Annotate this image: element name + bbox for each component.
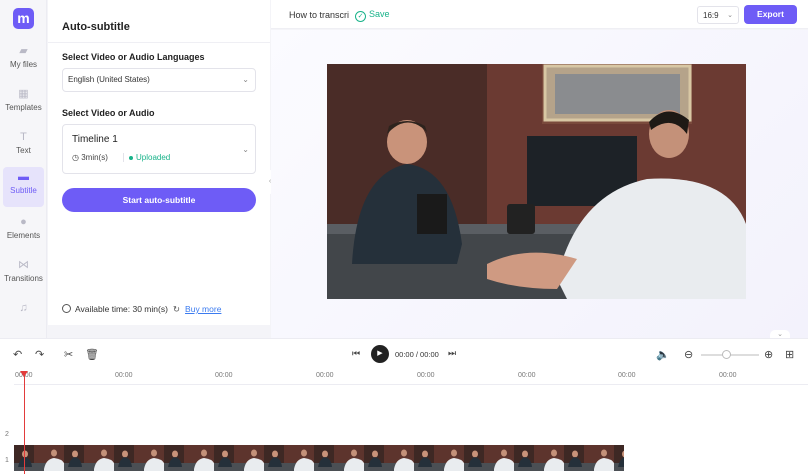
- zoom-in-icon[interactable]: ⊕: [764, 348, 773, 361]
- video-preview[interactable]: [327, 64, 746, 299]
- rail-item-label: Text: [16, 146, 31, 155]
- language-label: Select Video or Audio Languages: [62, 52, 205, 62]
- track-number: 2: [5, 431, 9, 438]
- app-logo[interactable]: m: [13, 8, 34, 29]
- ruler-label: 00:00: [518, 372, 536, 379]
- start-auto-subtitle-button[interactable]: Start auto-subtitle: [62, 188, 256, 212]
- clip-thumbnails: [14, 445, 624, 471]
- rail-item-my-files[interactable]: ▰ My files: [3, 41, 44, 81]
- auto-subtitle-panel: Auto-subtitle Select Video or Audio Lang…: [48, 0, 270, 325]
- icon-rail: m ▰ My files ▦ Templates T Text ▬ Subtit…: [0, 0, 47, 338]
- timeline-toolbar: ↶ ↷ ✂ 🗑 ⏮ ▶ 00:00 / 00:00 ⏭ 🔈 ⊖ ⊕ ⊞: [0, 339, 808, 369]
- rail-item-text[interactable]: T Text: [3, 127, 44, 167]
- play-button[interactable]: ▶: [371, 345, 389, 363]
- panel-title: Auto-subtitle: [62, 21, 130, 33]
- track-number: 1: [5, 457, 9, 464]
- video-clip[interactable]: [14, 445, 624, 471]
- save-label: Save: [369, 9, 390, 19]
- save-status[interactable]: ✓ Save: [355, 9, 390, 22]
- ruler-label: 00:00: [719, 372, 737, 379]
- ruler-label: 00:00: [115, 372, 133, 379]
- undo-icon[interactable]: ↶: [13, 348, 22, 361]
- buy-more-link[interactable]: Buy more: [185, 304, 221, 314]
- elements-icon: ●: [20, 216, 27, 228]
- rail-item-music[interactable]: ♫: [3, 298, 44, 338]
- aspect-ratio-value: 16:9: [703, 11, 719, 20]
- fit-icon[interactable]: ⊞: [785, 348, 794, 361]
- top-bar: How to transcri ✓ Save 16:9 ⌄ Export: [271, 0, 808, 29]
- ruler-label: 00:00: [417, 372, 435, 379]
- source-label: Select Video or Audio: [62, 108, 155, 118]
- transitions-icon: ⋈: [18, 259, 29, 271]
- divider: [48, 42, 270, 43]
- rail-item-label: My files: [9, 60, 38, 69]
- available-time-text: Available time: 30 min(s): [75, 304, 168, 314]
- playhead[interactable]: [20, 371, 28, 474]
- preview-stage: ⌄: [271, 30, 808, 340]
- rail-item-elements[interactable]: ● Elements: [3, 212, 44, 252]
- check-circle-icon: ✓: [355, 11, 366, 22]
- refresh-icon[interactable]: ↻: [173, 304, 180, 314]
- rail-item-templates[interactable]: ▦ Templates: [3, 84, 44, 124]
- skip-forward-icon[interactable]: ⏭: [448, 348, 456, 359]
- rail-item-label: Subtitle: [10, 186, 37, 195]
- rail-item-subtitle[interactable]: ▬ Subtitle: [3, 167, 44, 207]
- video-frame: [327, 64, 746, 299]
- source-name: Timeline 1: [72, 134, 118, 145]
- music-icon: ♫: [19, 302, 28, 314]
- folder-icon: ▰: [19, 45, 28, 57]
- ruler-label: 00:00: [316, 372, 334, 379]
- rail-item-label: Templates: [5, 103, 42, 112]
- volume-icon[interactable]: 🔈: [656, 348, 670, 361]
- scissors-icon[interactable]: ✂: [64, 348, 73, 361]
- source-duration-text: 3min(s): [81, 153, 108, 162]
- subtitle-icon: ▬: [18, 171, 29, 183]
- skip-back-icon[interactable]: ⏮: [352, 348, 360, 359]
- zoom-slider-handle[interactable]: [722, 350, 731, 359]
- ruler-label: 00:00: [215, 372, 233, 379]
- rail-item-label: Transitions: [4, 274, 43, 283]
- clock-icon: [62, 304, 71, 313]
- redo-icon[interactable]: ↷: [35, 348, 44, 361]
- rail-item-label: Elements: [6, 231, 41, 240]
- zoom-out-icon[interactable]: ⊖: [684, 348, 693, 361]
- aspect-ratio-select[interactable]: 16:9 ⌄: [697, 6, 739, 24]
- source-status: Uploaded: [123, 153, 170, 162]
- source-select[interactable]: Timeline 1 ◷ 3min(s) Uploaded ⌄: [62, 124, 256, 174]
- clock-icon: ◷: [72, 153, 79, 162]
- available-time: Available time: 30 min(s) ↻ Buy more: [62, 304, 221, 315]
- language-select[interactable]: English (United States) ⌄: [62, 68, 256, 92]
- chevron-down-icon: ⌄: [727, 12, 733, 19]
- time-ruler[interactable]: 00:00 00:00 00:00 00:00 00:00 00:00 00:0…: [14, 371, 808, 385]
- project-name[interactable]: How to transcri: [289, 10, 349, 20]
- chevron-down-icon: ⌄: [242, 145, 249, 154]
- time-display: 00:00 / 00:00: [395, 350, 439, 359]
- export-button[interactable]: Export: [744, 5, 797, 24]
- trash-icon[interactable]: 🗑: [85, 348, 99, 361]
- chevron-down-icon: ⌄: [242, 75, 249, 84]
- source-duration: ◷ 3min(s): [72, 153, 108, 162]
- language-value: English (United States): [68, 75, 150, 84]
- ruler-label: 00:00: [618, 372, 636, 379]
- timeline-panel: ↶ ↷ ✂ 🗑 ⏮ ▶ 00:00 / 00:00 ⏭ 🔈 ⊖ ⊕ ⊞ 00:0…: [0, 338, 808, 474]
- templates-icon: ▦: [18, 88, 29, 100]
- rail-item-transitions[interactable]: ⋈ Transitions: [3, 255, 44, 295]
- text-icon: T: [20, 131, 27, 143]
